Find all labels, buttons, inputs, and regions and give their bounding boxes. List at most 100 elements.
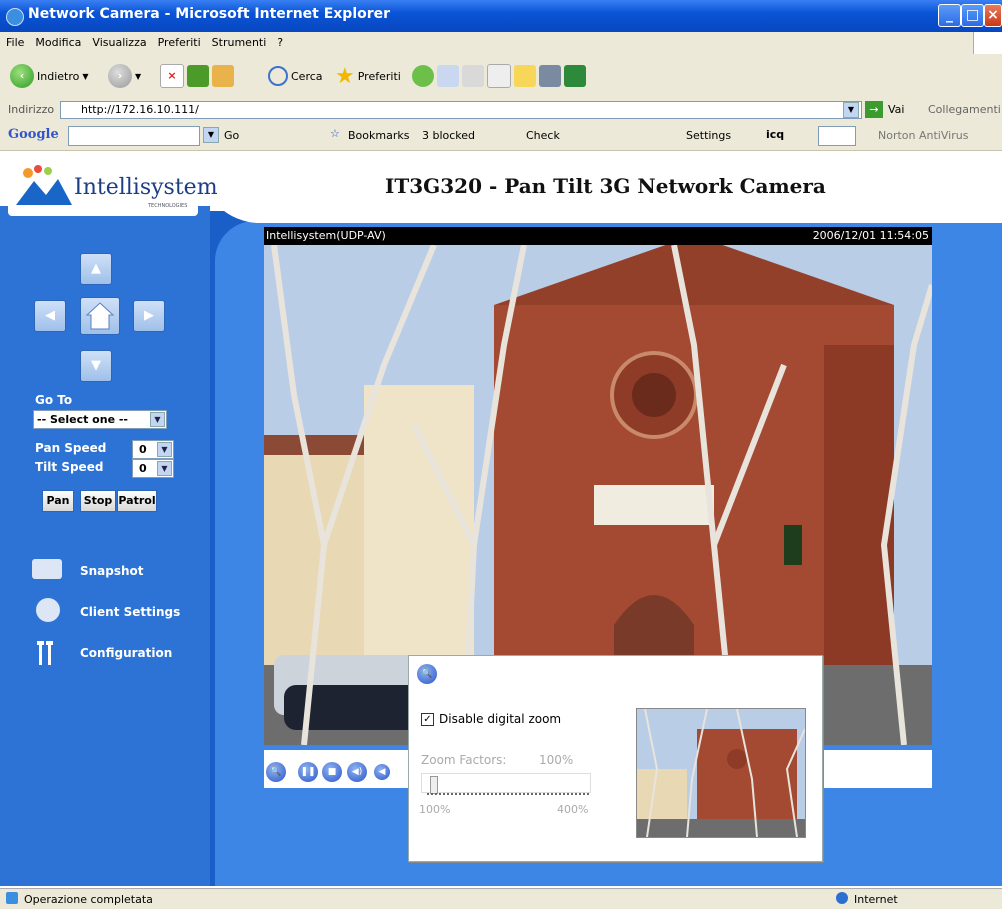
goto-select[interactable]: -- Select one -- ▼ (33, 410, 167, 429)
address-dropdown-icon[interactable]: ▼ (843, 102, 859, 118)
window-title: Network Camera - Microsoft Internet Expl… (28, 6, 391, 22)
spell-check-button[interactable]: Check (526, 129, 560, 142)
search-label: Cerca (291, 69, 323, 83)
folder-icon[interactable] (514, 65, 536, 87)
menu-preferiti[interactable]: Preferiti (152, 32, 206, 49)
links-label[interactable]: Collegamenti (928, 103, 1001, 116)
pan-left-button[interactable]: ◀ (34, 300, 66, 332)
pan-right-button[interactable]: ▶ (133, 300, 165, 332)
windows-logo-icon (973, 32, 1002, 54)
google-dropdown-icon[interactable]: ▼ (203, 127, 219, 143)
wrench-icon (36, 639, 56, 667)
zoom-slider[interactable] (421, 773, 591, 794)
refresh-icon[interactable] (187, 65, 209, 87)
search-button[interactable]: Cerca (268, 62, 323, 90)
favorites-button[interactable]: ★ Preferiti (335, 62, 401, 90)
video-timestamp: 2006/12/01 11:54:05 (812, 229, 929, 242)
google-logo: Google (8, 127, 59, 142)
mail-icon[interactable] (437, 65, 459, 87)
menu-file[interactable]: File (0, 32, 29, 49)
video-caption-bar: Intellisystem(UDP-AV) 2006/12/01 11:54:0… (264, 227, 932, 245)
pan-button[interactable]: Pan (42, 490, 74, 512)
status-bar: Operazione completata Internet (0, 888, 1002, 909)
toolbar: ‹ Indietro ▼ › ▼ × Cerca ★ Preferiti (0, 54, 1002, 99)
video-source-label: Intellisystem(UDP-AV) (266, 229, 386, 242)
pan-speed-value: 0 (139, 443, 147, 456)
chevron-down-icon: ▼ (157, 442, 172, 457)
icq-input[interactable] (818, 126, 856, 146)
snapshot-link[interactable]: Snapshot (80, 564, 144, 578)
menu-help[interactable]: ? (271, 32, 288, 49)
zoom-factor-label: Zoom Factors: (421, 753, 507, 767)
plugin-icon[interactable] (564, 65, 586, 87)
home-position-button[interactable] (80, 297, 120, 335)
address-label: Indirizzo (8, 103, 55, 116)
close-button[interactable]: × (984, 4, 1002, 27)
stop-button[interactable]: Stop (80, 490, 116, 512)
messenger-icon[interactable] (539, 65, 561, 87)
go-arrow-icon[interactable]: → (865, 101, 883, 118)
title-bar: Network Camera - Microsoft Internet Expl… (0, 0, 1002, 32)
edit-icon[interactable] (487, 64, 511, 88)
chevron-down-icon: ▼ (150, 412, 165, 427)
chevron-down-icon: ▼ (157, 461, 172, 476)
zoom-icon[interactable]: 🔍 (266, 762, 286, 782)
patrol-button[interactable]: Patrol (117, 490, 157, 512)
logo-text: Intellisystem (74, 175, 218, 200)
bookmarks-star-icon: ☆ (330, 127, 340, 140)
tilt-speed-value: 0 (139, 462, 147, 475)
menu-strumenti[interactable]: Strumenti (206, 32, 272, 49)
menu-modifica[interactable]: Modifica (29, 32, 86, 49)
logo: Intellisystem TECHNOLOGIES (8, 159, 218, 216)
icq-button[interactable]: icq (766, 128, 784, 141)
tilt-down-button[interactable]: ▼ (80, 350, 112, 382)
menu-bar: File Modifica Visualizza Preferiti Strumenti… (0, 32, 1002, 55)
home-icon (85, 302, 115, 330)
menu-visualizza[interactable]: Visualizza (86, 32, 151, 49)
goto-label: Go To (35, 393, 73, 407)
address-input[interactable]: http://172.16.10.111/ (60, 101, 862, 119)
status-text: Operazione completata (24, 893, 153, 906)
client-settings-link[interactable]: Client Settings (80, 605, 180, 619)
settings-button[interactable]: Settings (686, 129, 731, 142)
pan-speed-select[interactable]: 0 ▼ (132, 440, 174, 459)
home-icon[interactable] (212, 65, 234, 87)
disable-zoom-checkbox[interactable]: ✓ (421, 713, 434, 726)
history-icon[interactable] (412, 65, 434, 87)
zoom-preview-thumbnail[interactable] (636, 708, 806, 838)
globe-icon (836, 892, 848, 904)
google-search-input[interactable] (68, 126, 200, 146)
norton-button[interactable]: Norton AntiVirus (878, 129, 968, 142)
zoom-min-label: 100% (419, 803, 451, 816)
forward-arrow-icon: › (108, 64, 132, 88)
zoom-slider-thumb[interactable] (430, 776, 438, 794)
tilt-speed-label: Tilt Speed (35, 460, 104, 474)
volume-icon[interactable]: ◀ (374, 764, 390, 780)
zoom-factor-value: 100% (539, 753, 574, 767)
tilt-speed-select[interactable]: 0 ▼ (132, 459, 174, 478)
client-settings-icon (36, 598, 60, 622)
pan-speed-label: Pan Speed (35, 441, 107, 455)
go-label[interactable]: Vai (888, 103, 904, 116)
bookmarks-button[interactable]: Bookmarks (348, 129, 409, 142)
talk-icon[interactable]: ◀) (347, 762, 367, 782)
print-icon[interactable] (462, 65, 484, 87)
maximize-button[interactable]: □ (961, 4, 984, 27)
tilt-up-button[interactable]: ▲ (80, 253, 112, 285)
magnifier-icon: 🔍 (417, 664, 437, 684)
stop-icon[interactable]: ■ (322, 762, 342, 782)
configuration-link[interactable]: Configuration (80, 646, 172, 660)
search-icon (268, 66, 288, 86)
zoom-max-label: 400% (557, 803, 589, 816)
google-go-button[interactable]: Go (224, 129, 239, 142)
back-button[interactable]: ‹ Indietro ▼ (10, 62, 89, 90)
url-text: http://172.16.10.111/ (81, 103, 199, 116)
stop-icon[interactable]: × (160, 64, 184, 88)
forward-button[interactable]: › ▼ (108, 62, 141, 90)
popup-blocker-button[interactable]: 3 blocked (422, 129, 475, 142)
pause-icon[interactable]: ❚❚ (298, 762, 318, 782)
goto-selected: -- Select one -- (37, 413, 128, 426)
minimize-button[interactable]: _ (938, 4, 961, 27)
logo-mark-icon (14, 165, 76, 213)
logo-subtext: TECHNOLOGIES (148, 203, 188, 209)
